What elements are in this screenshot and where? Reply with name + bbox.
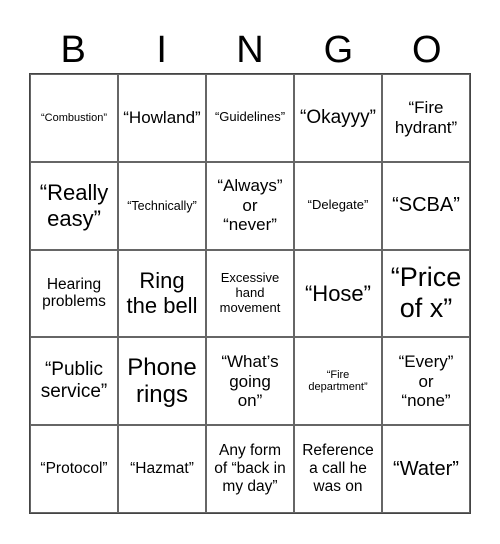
cell-text: “Protocol”: [40, 460, 108, 478]
bingo-cell[interactable]: “SCBA”: [382, 161, 470, 250]
cell-text: “Price of x”: [390, 262, 462, 324]
cell-text: “Okayyy”: [300, 106, 376, 128]
cell-text: Ring the bell: [126, 268, 198, 319]
bingo-cell[interactable]: “Fire department”: [294, 337, 382, 426]
bingo-cell[interactable]: “Always” or “never”: [206, 161, 294, 250]
bingo-cell[interactable]: “Fire hydrant”: [382, 74, 470, 162]
header-letter-n: N: [236, 29, 264, 71]
cell-text: “Fire department”: [308, 368, 368, 394]
header-letter-i: I: [156, 29, 167, 71]
cell-text: “Technically”: [127, 198, 197, 213]
cell-text: “Hose”: [304, 280, 371, 306]
bingo-grid: “Combustion” “Howland” “Guidelines” “Oka…: [29, 73, 471, 514]
bingo-cell[interactable]: “What’s going on”: [206, 337, 294, 426]
cell-text: “Always” or “never”: [217, 176, 283, 235]
bingo-cell[interactable]: “Howland”: [118, 74, 206, 162]
bingo-cell[interactable]: “Okayyy”: [294, 74, 382, 162]
bingo-cell[interactable]: Excessive hand movement: [206, 249, 294, 338]
header-letter-g: G: [323, 29, 354, 71]
bingo-cell[interactable]: “Combustion”: [30, 74, 118, 162]
bingo-header: B I N G O: [29, 28, 471, 72]
cell-text: Phone rings: [127, 353, 197, 409]
cell-text: Hearing problems: [42, 275, 106, 311]
cell-text: “Fire hydrant”: [394, 98, 458, 137]
bingo-cell[interactable]: “Every” or “none”: [382, 337, 470, 426]
cell-text: “Hazmat”: [130, 460, 194, 478]
cell-text: Excessive hand movement: [219, 270, 281, 315]
cell-text: “Guidelines”: [214, 109, 286, 125]
header-letter-b: B: [60, 29, 86, 71]
cell-text: “SCBA”: [392, 194, 460, 217]
bingo-cell[interactable]: Ring the bell: [118, 249, 206, 338]
cell-text: Any form of “back in my day”: [214, 442, 286, 495]
bingo-cell[interactable]: “Hose”: [294, 249, 382, 338]
header-letter-o: O: [412, 29, 442, 71]
bingo-cell[interactable]: Hearing problems: [30, 249, 118, 338]
bingo-cell[interactable]: “Hazmat”: [118, 425, 206, 513]
cell-text: Reference a call he was on: [302, 442, 374, 495]
cell-text: “Howland”: [123, 108, 201, 128]
cell-text: “Public service”: [40, 359, 108, 403]
bingo-cell[interactable]: “Protocol”: [30, 425, 118, 513]
cell-text: “Water”: [393, 457, 459, 480]
cell-text: “What’s going on”: [221, 351, 279, 411]
bingo-cell[interactable]: Any form of “back in my day”: [206, 425, 294, 513]
bingo-cell[interactable]: Phone rings: [118, 337, 206, 426]
cell-text: “Really easy”: [39, 180, 109, 231]
bingo-cell[interactable]: “Public service”: [30, 337, 118, 426]
bingo-cell[interactable]: “Delegate”: [294, 161, 382, 250]
bingo-cell[interactable]: “Technically”: [118, 161, 206, 250]
cell-text: “Combustion”: [40, 111, 108, 124]
cell-text: “Delegate”: [307, 197, 369, 213]
bingo-cell[interactable]: “Price of x”: [382, 249, 470, 338]
cell-text: “Every” or “none”: [398, 351, 454, 411]
bingo-cell[interactable]: “Really easy”: [30, 161, 118, 250]
bingo-cell[interactable]: “Guidelines”: [206, 74, 294, 162]
bingo-cell[interactable]: “Water”: [382, 425, 470, 513]
bingo-cell[interactable]: Reference a call he was on: [294, 425, 382, 513]
